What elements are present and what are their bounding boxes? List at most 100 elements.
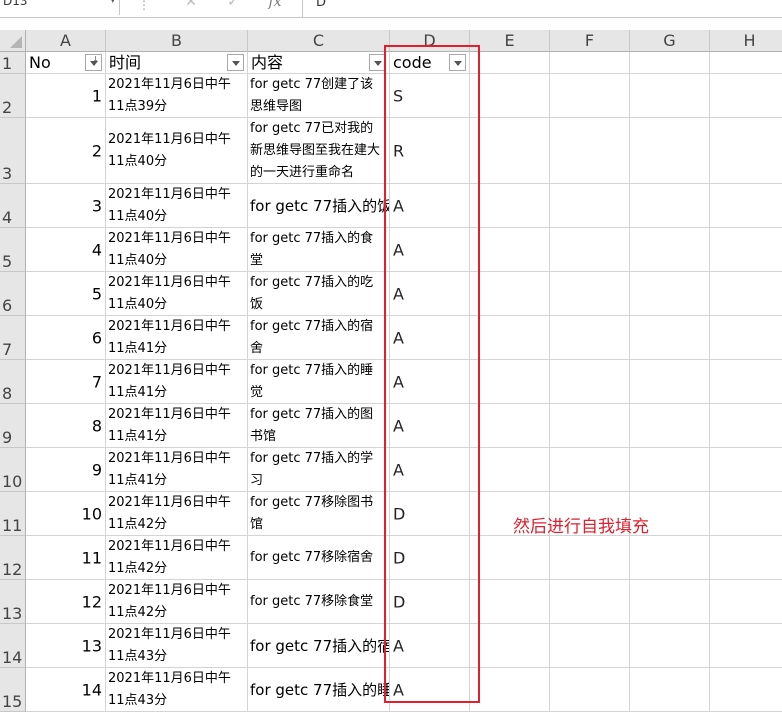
cell[interactable] [630,624,710,668]
cell-no[interactable]: 3 [26,184,106,228]
cell[interactable] [550,74,630,118]
name-box[interactable]: D13 ▾ [0,0,120,15]
cell-no[interactable]: 5 [26,272,106,316]
cell[interactable] [630,184,710,228]
cell[interactable] [550,404,630,448]
cell-no[interactable]: 13 [26,624,106,668]
cell-time[interactable]: 2021年11月6日中午11点42分 [106,492,248,536]
row-header[interactable]: 4 [0,184,26,228]
row-header[interactable]: 14 [0,624,26,668]
cell-no[interactable]: 7 [26,360,106,404]
cell-code[interactable]: A [390,668,470,712]
column-header-c[interactable]: C [248,30,390,52]
cell[interactable] [550,668,630,712]
header-cell-no[interactable]: No ↓ [26,52,106,74]
cell-code[interactable]: D [390,492,470,536]
column-header-e[interactable]: E [470,30,550,52]
cell-content[interactable]: for getc 77已对我的新思维导图至我在建大的一天进行重命名 [248,118,390,184]
cell[interactable] [550,360,630,404]
row-header[interactable]: 11 [0,492,26,536]
confirm-icon[interactable]: ✓ [212,0,254,10]
cell-code[interactable]: R [390,118,470,184]
cell-code[interactable]: A [390,404,470,448]
cell-time[interactable]: 2021年11月6日中午11点40分 [106,228,248,272]
cell[interactable] [470,448,550,492]
cell-content[interactable]: for getc 77插入的学习 [248,448,390,492]
cell-no[interactable]: 12 [26,580,106,624]
cell[interactable] [470,228,550,272]
cell[interactable] [470,272,550,316]
cell[interactable] [630,404,710,448]
row-header[interactable]: 2 [0,74,26,118]
cell[interactable] [630,74,710,118]
cell[interactable] [550,52,630,74]
filter-button[interactable]: ↓ [85,54,102,71]
cell-no[interactable]: 14 [26,668,106,712]
row-header[interactable]: 1 [0,52,26,74]
cell[interactable] [710,184,782,228]
cell[interactable] [550,536,630,580]
cell[interactable] [470,316,550,360]
filter-button[interactable] [227,54,244,71]
cell-content[interactable]: for getc 77插入的饭 [248,184,390,228]
cell[interactable] [470,184,550,228]
cell-code[interactable]: S [390,74,470,118]
cell-no[interactable]: 8 [26,404,106,448]
cell-code[interactable]: D [390,580,470,624]
cell[interactable] [710,228,782,272]
cell[interactable] [630,448,710,492]
cell[interactable] [470,668,550,712]
row-header[interactable]: 6 [0,272,26,316]
cell[interactable] [630,580,710,624]
cell[interactable] [630,272,710,316]
cell-code[interactable]: A [390,184,470,228]
cell-content[interactable]: for getc 77插入的睡觉 [248,668,390,712]
cell-time[interactable]: 2021年11月6日中午11点40分 [106,272,248,316]
column-header-f[interactable]: F [550,30,630,52]
cell[interactable] [710,404,782,448]
column-header-h[interactable]: H [710,30,782,52]
cell-time[interactable]: 2021年11月6日中午11点41分 [106,316,248,360]
cell[interactable] [470,404,550,448]
cancel-icon[interactable]: ✕ [170,0,212,10]
cell[interactable] [550,448,630,492]
cell-no[interactable]: 9 [26,448,106,492]
cell[interactable] [710,448,782,492]
cell-code[interactable]: A [390,624,470,668]
cell[interactable] [550,228,630,272]
row-header[interactable]: 10 [0,448,26,492]
cell-content[interactable]: for getc 77移除图书馆 [248,492,390,536]
cell-code[interactable]: D [390,536,470,580]
cell[interactable] [470,536,550,580]
column-header-a[interactable]: A [26,30,106,52]
cell[interactable] [470,118,550,184]
cell[interactable] [710,580,782,624]
cell-time[interactable]: 2021年11月6日中午11点41分 [106,404,248,448]
cell-time[interactable]: 2021年11月6日中午11点41分 [106,360,248,404]
cell-code[interactable]: A [390,360,470,404]
cell-no[interactable]: 11 [26,536,106,580]
cell-content[interactable]: for getc 77插入的图书馆 [248,404,390,448]
cell-no[interactable]: 2 [26,118,106,184]
cell[interactable] [710,624,782,668]
cell[interactable] [710,360,782,404]
cell[interactable] [470,580,550,624]
cell[interactable] [550,272,630,316]
cell-content[interactable]: for getc 77插入的睡觉 [248,360,390,404]
cell-content[interactable]: for getc 77插入的食堂 [248,228,390,272]
select-all-corner[interactable] [0,30,26,52]
row-header[interactable]: 8 [0,360,26,404]
cell[interactable] [710,74,782,118]
cell[interactable] [710,492,782,536]
row-header[interactable]: 7 [0,316,26,360]
cell[interactable] [470,624,550,668]
row-header[interactable]: 13 [0,580,26,624]
column-header-g[interactable]: G [630,30,710,52]
cell-code[interactable]: A [390,448,470,492]
cell[interactable] [630,668,710,712]
cell-time[interactable]: 2021年11月6日中午11点39分 [106,74,248,118]
cell-content[interactable]: for getc 77移除宿舍 [248,536,390,580]
header-cell-time[interactable]: 时间 [106,52,248,74]
cell[interactable] [630,360,710,404]
cell[interactable] [710,52,782,74]
